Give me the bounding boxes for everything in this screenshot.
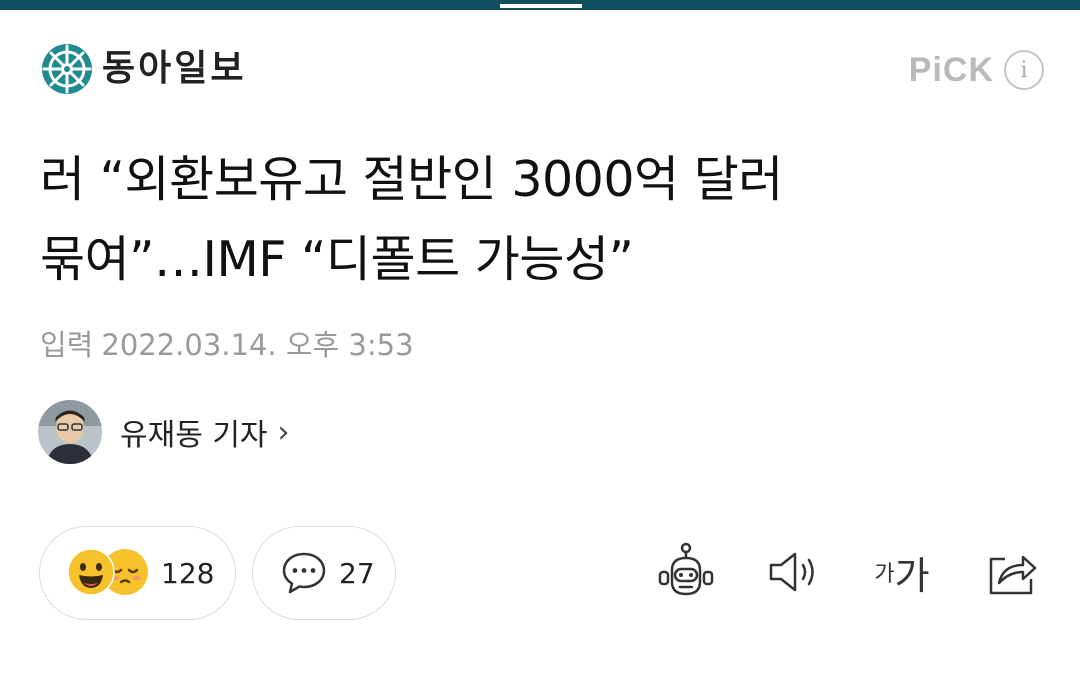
- tab-indicator: [500, 4, 582, 8]
- headline-line-1: 러 “외환보유고 절반인 3000억 달러: [40, 151, 783, 208]
- share-icon: [989, 555, 1037, 595]
- press-header: 동아일보 PiCK i: [40, 42, 1044, 98]
- comment-button[interactable]: 27: [252, 526, 396, 620]
- font-small-label: 가: [874, 562, 895, 587]
- press-emblem-icon: [42, 44, 92, 94]
- headline-line-2: 묶여”…IMF “디폴트 가능성”: [40, 231, 634, 288]
- font-size-button[interactable]: 가 가: [866, 540, 938, 604]
- article-date: 입력 2022.03.14. 오후 3:53: [40, 322, 414, 364]
- author-link[interactable]: 유재동 기자 ›: [38, 400, 290, 464]
- info-icon[interactable]: i: [1004, 50, 1044, 90]
- author-name: 유재동 기자: [120, 418, 268, 453]
- avatar: [38, 400, 102, 464]
- chevron-right-icon: ›: [277, 414, 290, 450]
- reaction-button[interactable]: 128: [39, 526, 236, 620]
- press-name: 동아일보: [102, 48, 247, 89]
- speech-bubble-icon: [282, 552, 326, 594]
- pick-label: PiCK: [908, 50, 994, 89]
- smile-emoji-icon: [67, 548, 115, 596]
- top-bar: [0, 0, 1080, 10]
- summary-bot-button[interactable]: [654, 540, 718, 604]
- reaction-count: 128: [161, 556, 215, 590]
- date-label: 입력: [40, 328, 94, 362]
- share-button[interactable]: [982, 540, 1042, 604]
- press-logo[interactable]: 동아일보: [40, 42, 246, 96]
- robot-summary-icon: [658, 542, 714, 596]
- listen-button[interactable]: [764, 540, 824, 604]
- pick-area: PiCK i: [909, 50, 1044, 90]
- article-headline: 러 “외환보유고 절반인 3000억 달러 묶여”…IMF “디폴트 가능성”: [40, 140, 1050, 300]
- comment-count: 27: [339, 556, 375, 590]
- date-value: 2022.03.14. 오후 3:53: [101, 328, 414, 362]
- font-big-label: 가: [894, 553, 930, 598]
- speaker-icon: [769, 552, 814, 592]
- reaction-emojis: [67, 548, 151, 598]
